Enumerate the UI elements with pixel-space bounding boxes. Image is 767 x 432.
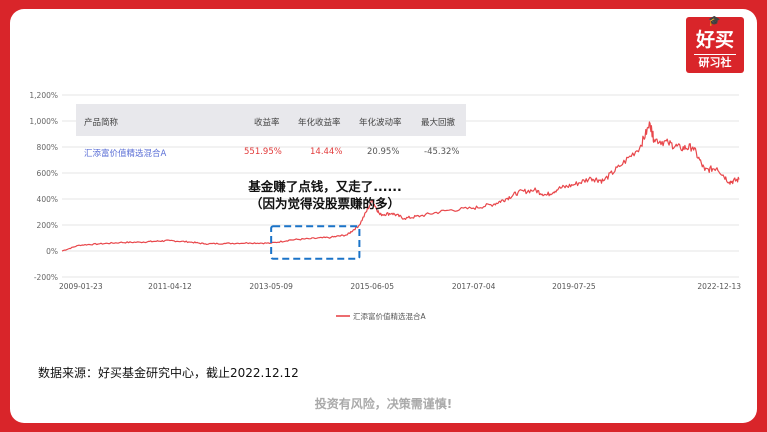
data-source-note: 数据来源：好买基金研究中心，截止2022.12.12 [38,366,299,380]
line-chart: -200% 0% 200% 400% 600% 800% 1,000% 1,200% 2009-… [29,91,741,321]
fund-summary-table: 产品简称 收益率 年化收益率 年化波动率 最大回撤 汇添富价值精选混合A 551… [76,104,466,164]
legend-label: 汇添富价值精选混合A [353,311,426,321]
y-tick-label: 800% [37,143,58,152]
annotation-line-1: 基金赚了点钱，又走了...... [248,179,402,194]
volatility-cell: 20.95% [367,147,400,157]
x-tick-label: 2013-05-09 [249,282,293,291]
annual-return-cell: 14.44% [310,147,343,157]
x-tick-label: 2009-01-23 [59,282,103,291]
y-tick-label: 1,000% [29,117,58,126]
max-drawdown-cell: -45.32% [424,147,460,157]
logo-text-sub: 研习社 [694,54,736,70]
annotation-line-2: （因为觉得没股票赚的多） [249,196,400,211]
haomai-logo: 🎓 好买 研习社 [686,17,744,73]
y-tick-label: -200% [34,273,58,282]
y-tick-label: 600% [37,169,58,178]
header-max-drawdown: 最大回撤 [421,118,456,128]
header-name: 产品简称 [84,118,119,128]
highlight-box [270,225,361,260]
x-tick-label: 2017-07-04 [452,282,496,291]
header-return: 收益率 [254,118,280,128]
y-tick-label: 0% [46,247,58,256]
fund-name-cell[interactable]: 汇添富价值精选混合A [84,147,166,159]
x-tick-label: 2022-12-13 [697,282,741,291]
x-tick-label: 2011-04-12 [148,282,192,291]
y-tick-label: 400% [37,195,58,204]
header-annual-return: 年化收益率 [298,118,341,128]
y-tick-label: 200% [37,221,58,230]
y-tick-label: 1,200% [29,91,58,100]
return-cell: 551.95% [244,147,282,157]
x-tick-label: 2015-06-05 [350,282,394,291]
x-tick-label: 2019-07-25 [552,282,596,291]
graduation-cap-icon: 🎓 [708,16,721,27]
risk-disclaimer: 投资有风险，决策需谨慎! [314,397,453,411]
slide-frame: -200% 0% 200% 400% 600% 800% 1,000% 1,200% 2009-… [10,9,757,423]
header-volatility: 年化波动率 [359,118,402,128]
logo-text-main: 好买 [695,29,734,51]
chart-annotation: 基金赚了点钱，又走了...... （因为觉得没股票赚的多） [220,178,430,212]
